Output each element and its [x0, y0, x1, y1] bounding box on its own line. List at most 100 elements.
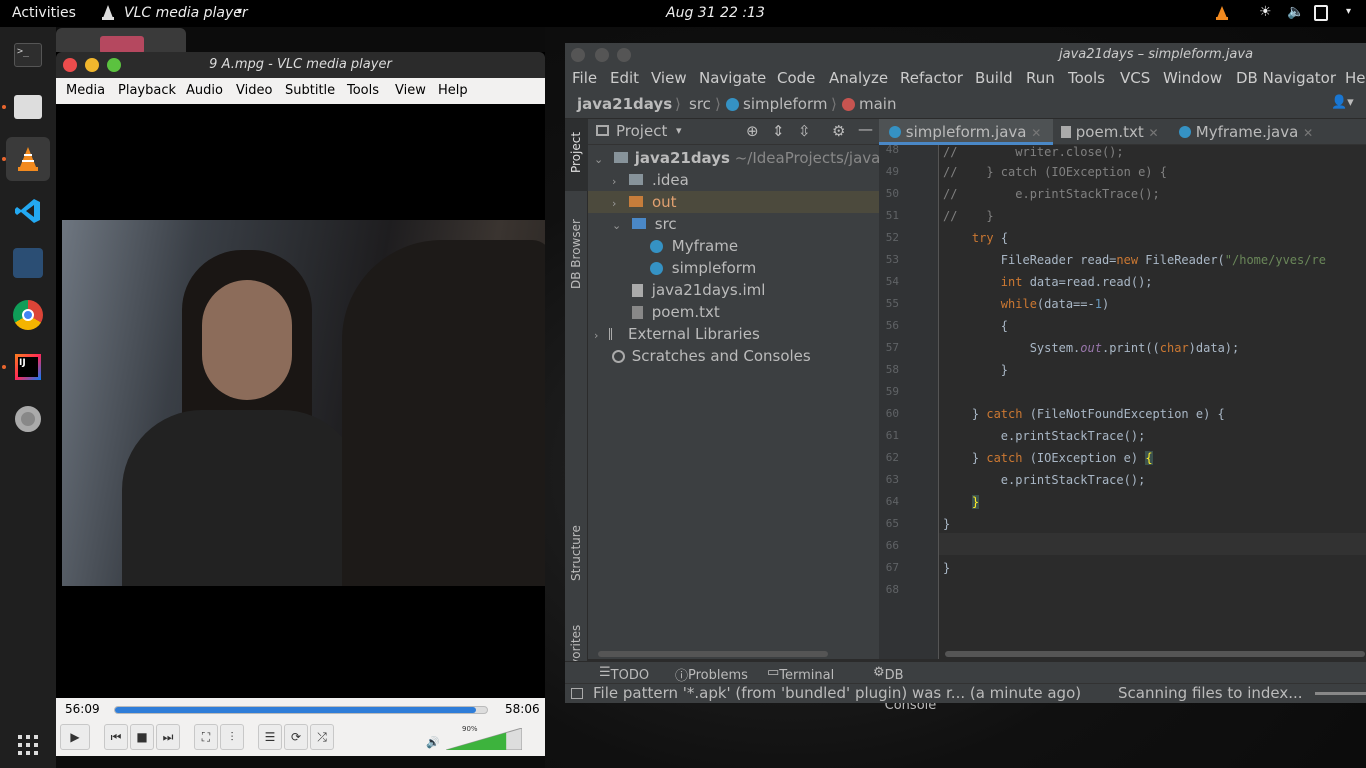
video-frame[interactable]	[62, 220, 545, 586]
chevron-down-icon[interactable]: ⌄	[612, 219, 621, 232]
minimize-button[interactable]	[85, 58, 99, 72]
extended-settings-button[interactable]: ⫶	[220, 724, 244, 750]
tree-item-src[interactable]: ⌄ src	[612, 213, 677, 235]
volume-slider[interactable]	[445, 727, 523, 751]
tree-item-idea[interactable]: › .idea	[612, 169, 689, 191]
code-line[interactable]: while(data==-1)	[943, 297, 1109, 311]
tab-todo[interactable]: ☰ TODO	[599, 665, 649, 683]
mysql-workbench-icon[interactable]	[6, 241, 50, 285]
tab-terminal[interactable]: ▭ Terminal	[767, 665, 834, 683]
menu-media[interactable]: Media	[66, 83, 105, 98]
menu-view[interactable]: View	[395, 83, 426, 98]
menu-audio[interactable]: Audio	[186, 83, 223, 98]
close-button[interactable]	[63, 58, 77, 72]
menu-code[interactable]: Code	[777, 69, 815, 87]
chrome-icon[interactable]	[6, 293, 50, 337]
code-line[interactable]: } catch (IOException e) {	[943, 451, 1153, 465]
play-button[interactable]: ▶	[60, 724, 90, 750]
code-line[interactable]: // e.printStackTrace();	[943, 187, 1160, 201]
vscode-icon[interactable]	[6, 189, 50, 233]
code-editor[interactable]: simpleform.java ✕ poem.txt ✕ Myframe.jav…	[879, 119, 1366, 659]
close-tab-icon[interactable]: ✕	[1031, 126, 1041, 140]
code-line[interactable]: int data=read.read();	[943, 275, 1153, 289]
breadcrumb-src[interactable]: src	[689, 95, 711, 113]
vlc-tray-icon[interactable]	[1214, 5, 1230, 25]
chevron-right-icon[interactable]: ›	[612, 197, 616, 210]
menu-view[interactable]: View	[651, 69, 687, 87]
code-line[interactable]: }	[943, 495, 980, 509]
status-message[interactable]: File pattern '*.apk' (from 'bundled' plu…	[593, 684, 1081, 702]
horizontal-scrollbar[interactable]	[945, 651, 1365, 657]
menu-file[interactable]: File	[572, 69, 597, 87]
code-line[interactable]: e.printStackTrace();	[943, 473, 1146, 487]
locate-icon[interactable]: ⊕	[746, 122, 759, 140]
tree-item-project-root[interactable]: ⌄ java21days ~/IdeaProjects/java	[594, 147, 880, 169]
menu-build[interactable]: Build	[975, 69, 1013, 87]
chevron-down-icon[interactable]: ▾	[676, 124, 682, 137]
seek-bar[interactable]	[114, 706, 488, 714]
breadcrumb-class[interactable]: simpleform	[743, 95, 828, 113]
code-line[interactable]: System.out.print((char)data);	[943, 341, 1240, 355]
menu-window[interactable]: Window	[1163, 69, 1222, 87]
tree-item-scratches[interactable]: Scratches and Consoles	[612, 345, 811, 367]
tree-item-simpleform[interactable]: simpleform	[650, 257, 756, 279]
menu-subtitle[interactable]: Subtitle	[285, 83, 335, 98]
code-line[interactable]: {	[943, 319, 1008, 333]
user-icon[interactable]: 👤▾	[1331, 95, 1354, 110]
speaker-icon[interactable]: 🔊	[426, 736, 440, 749]
next-button[interactable]: ⏭	[156, 724, 180, 750]
system-menu-chevron-icon[interactable]: ▾	[1346, 6, 1351, 17]
breadcrumb-project[interactable]: java21days	[577, 95, 672, 113]
activities-button[interactable]: Activities	[12, 5, 76, 21]
tool-structure[interactable]: Structure	[569, 525, 583, 581]
close-tab-icon[interactable]: ✕	[1149, 126, 1159, 140]
code-line[interactable]: } catch (FileNotFoundException e) {	[943, 407, 1225, 421]
close-tab-icon[interactable]: ✕	[1303, 126, 1313, 140]
files-icon[interactable]	[6, 85, 50, 129]
menu-vcs[interactable]: VCS	[1120, 69, 1150, 87]
battery-icon[interactable]	[1314, 5, 1328, 21]
fullscreen-button[interactable]: ⛶	[194, 724, 218, 750]
playlist-button[interactable]: ☰	[258, 724, 282, 750]
intellij-icon[interactable]: IJ	[6, 345, 50, 389]
breadcrumb-method[interactable]: main	[859, 95, 896, 113]
code-line[interactable]: FileReader read=new FileReader("/home/yv…	[943, 253, 1326, 267]
tab-poem[interactable]: poem.txt ✕	[1061, 119, 1159, 145]
menu-edit[interactable]: Edit	[610, 69, 639, 87]
tree-item-iml[interactable]: java21days.iml	[632, 279, 765, 301]
terminal-icon[interactable]: >_	[6, 33, 50, 77]
menu-help[interactable]: He	[1345, 69, 1366, 87]
project-view-selector[interactable]: Project	[616, 122, 667, 140]
indexing-status[interactable]: Scanning files to index...	[1118, 684, 1303, 702]
gear-icon[interactable]: ⚙	[832, 122, 845, 140]
shuffle-button[interactable]: ⤮	[310, 724, 334, 750]
menu-navigate[interactable]: Navigate	[699, 69, 766, 87]
code-line[interactable]: // writer.close();	[943, 145, 1124, 159]
tree-item-external-libraries[interactable]: › External Libraries	[594, 323, 760, 345]
chevron-right-icon[interactable]: ›	[594, 329, 598, 342]
hide-panel-icon[interactable]: —	[858, 120, 873, 138]
clock[interactable]: Aug 31 22 :13	[666, 5, 765, 21]
minimize-button[interactable]	[595, 48, 609, 62]
tab-myframe[interactable]: Myframe.java ✕	[1179, 119, 1313, 145]
close-button[interactable]	[571, 48, 585, 62]
expand-all-icon[interactable]: ⇕	[772, 122, 785, 140]
menu-tools[interactable]: Tools	[347, 83, 379, 98]
tool-project[interactable]: Project	[569, 132, 583, 173]
tab-simpleform[interactable]: simpleform.java ✕	[889, 119, 1041, 145]
code-line[interactable]: try {	[943, 231, 1008, 245]
collapse-all-icon[interactable]: ⇳	[798, 122, 811, 140]
chevron-right-icon[interactable]: ›	[612, 175, 616, 188]
code-line[interactable]: }	[943, 517, 950, 531]
tree-item-myframe[interactable]: Myframe	[650, 235, 738, 257]
tree-item-out[interactable]: › out	[612, 191, 677, 213]
brightness-icon[interactable]: ☀	[1259, 4, 1272, 20]
disc-icon[interactable]	[6, 397, 50, 441]
maximize-button[interactable]	[617, 48, 631, 62]
menu-run[interactable]: Run	[1026, 69, 1055, 87]
tool-db-browser[interactable]: DB Browser	[569, 219, 583, 289]
tree-item-poem[interactable]: poem.txt	[632, 301, 720, 323]
loop-button[interactable]: ⟳	[284, 724, 308, 750]
app-menu[interactable]: VLC media player	[124, 5, 248, 21]
menu-video[interactable]: Video	[236, 83, 272, 98]
